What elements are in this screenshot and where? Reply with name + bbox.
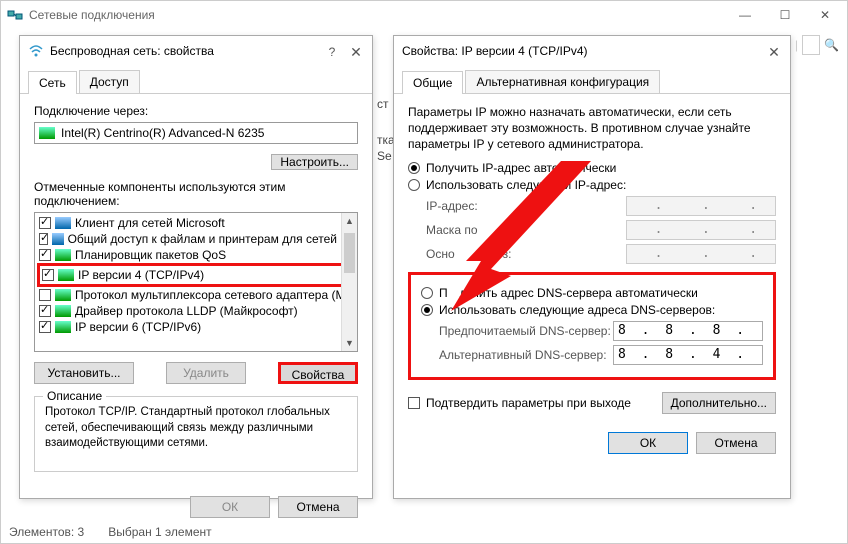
adapter-icon <box>39 127 55 139</box>
scroll-up[interactable]: ▲ <box>342 213 357 229</box>
close-button[interactable]: ✕ <box>805 3 845 27</box>
dns-pref-label: Предпочитаемый DNS-сервер: <box>439 324 613 338</box>
connect-via-label: Подключение через: <box>34 104 358 118</box>
mask-label: Маска по <box>426 223 626 237</box>
bg-text: Se <box>377 149 392 163</box>
component-icon <box>55 249 71 261</box>
gateway-label: Осноxxxxxxxxз: <box>426 247 626 261</box>
scroll-thumb[interactable] <box>344 233 355 273</box>
component-icon <box>58 269 74 281</box>
list-item[interactable]: Протокол мультиплексора сетевого адаптер… <box>75 288 352 302</box>
configure-button[interactable]: Настроить... <box>271 154 358 170</box>
dialog1-title: Беспроводная сеть: свойства <box>50 44 214 58</box>
network-connections-icon <box>7 7 23 23</box>
component-icon <box>55 321 71 333</box>
scroll-down[interactable]: ▼ <box>342 335 357 351</box>
close-icon[interactable]: ✕ <box>346 42 366 62</box>
main-window-title: Сетевые подключения <box>29 8 155 22</box>
install-button[interactable]: Установить... <box>34 362 134 384</box>
radio-dns-manual[interactable] <box>421 304 433 316</box>
mask-input <box>626 220 776 240</box>
scrollbar[interactable]: ▲ ▼ <box>341 213 357 351</box>
info-text: Параметры IP можно назначать автоматичес… <box>408 104 776 153</box>
status-count: Элементов: 3 <box>9 525 84 539</box>
ip-manual-label: Использовать следующий IP-адрес: <box>426 178 626 192</box>
checkbox[interactable] <box>39 305 51 317</box>
tab-alt-config[interactable]: Альтернативная конфигурация <box>465 70 660 93</box>
wifi-icon <box>28 43 44 59</box>
radio-ip-auto[interactable] <box>408 162 420 174</box>
dns-alt-input[interactable] <box>613 345 763 365</box>
confirm-label: Подтвердить параметры при выходе <box>426 396 631 410</box>
checkbox[interactable] <box>42 269 54 281</box>
cancel-button[interactable]: Отмена <box>278 496 358 518</box>
components-label: Отмеченные компоненты используются этим … <box>34 180 358 208</box>
ok-button[interactable]: ОК <box>190 496 270 518</box>
checkbox[interactable] <box>39 289 51 301</box>
gateway-input <box>626 244 776 264</box>
ip-addr-label: IP-адрес: <box>426 199 626 213</box>
search-icon[interactable]: 🔍 <box>824 38 839 52</box>
cancel-button[interactable]: Отмена <box>696 432 776 454</box>
adapter-field: Intel(R) Centrino(R) Advanced-N 6235 <box>34 122 358 144</box>
dialog2-title: Свойства: IP версии 4 (TCP/IPv4) <box>402 44 588 58</box>
advanced-button[interactable]: Дополнительно... <box>662 392 776 414</box>
component-icon <box>55 305 71 317</box>
description-text: Протокол TCP/IP. Стандартный протокол гл… <box>45 405 347 452</box>
dns-alt-label: Альтернативный DNS-сервер: <box>439 348 613 362</box>
description-title: Описание <box>43 389 106 403</box>
checkbox[interactable] <box>39 249 51 261</box>
close-icon[interactable]: ✕ <box>764 42 784 62</box>
checkbox[interactable] <box>39 233 48 245</box>
component-icon <box>55 289 71 301</box>
radio-dns-auto[interactable] <box>421 287 433 299</box>
ip-auto-label: Получить IP-адрес автоматически <box>426 161 616 175</box>
list-item[interactable]: Планировщик пакетов QoS <box>75 248 226 262</box>
confirm-checkbox[interactable] <box>408 397 420 409</box>
tab-access[interactable]: Доступ <box>79 70 140 93</box>
status-selection: Выбран 1 элемент <box>108 525 211 539</box>
checkbox[interactable] <box>39 217 51 229</box>
minimize-button[interactable]: — <box>725 3 765 27</box>
dns-pref-input[interactable] <box>613 321 763 341</box>
checkbox[interactable] <box>39 321 51 333</box>
dns-manual-label: Использовать следующие адреса DNS-сервер… <box>439 303 715 317</box>
remove-button[interactable]: Удалить <box>166 362 246 384</box>
list-item[interactable]: IP версии 6 (TCP/IPv6) <box>75 320 201 334</box>
bg-text: ст <box>377 97 389 111</box>
maximize-button[interactable]: ☐ <box>765 3 805 27</box>
radio-ip-manual[interactable] <box>408 179 420 191</box>
list-item[interactable]: Клиент для сетей Microsoft <box>75 216 225 230</box>
search-input[interactable] <box>802 35 820 55</box>
help-button[interactable]: ? <box>322 42 342 62</box>
tab-network[interactable]: Сеть <box>28 71 77 94</box>
tab-general[interactable]: Общие <box>402 71 463 94</box>
list-item[interactable]: Общий доступ к файлам и принтерам для се… <box>68 232 353 246</box>
components-list[interactable]: Клиент для сетей Microsoft Общий доступ … <box>34 212 358 352</box>
list-item-ipv4[interactable]: IP версии 4 (TCP/IPv4) <box>78 268 204 282</box>
adapter-name: Intel(R) Centrino(R) Advanced-N 6235 <box>61 126 264 140</box>
properties-button[interactable]: Свойства <box>278 362 358 384</box>
ok-button[interactable]: ОК <box>608 432 688 454</box>
list-item[interactable]: Драйвер протокола LLDP (Майкрософт) <box>75 304 298 318</box>
component-icon <box>52 233 63 245</box>
dns-auto-label: Пxxлучить адрес DNS-сервера автоматическ… <box>439 286 698 300</box>
ip-addr-input <box>626 196 776 216</box>
component-icon <box>55 217 71 229</box>
